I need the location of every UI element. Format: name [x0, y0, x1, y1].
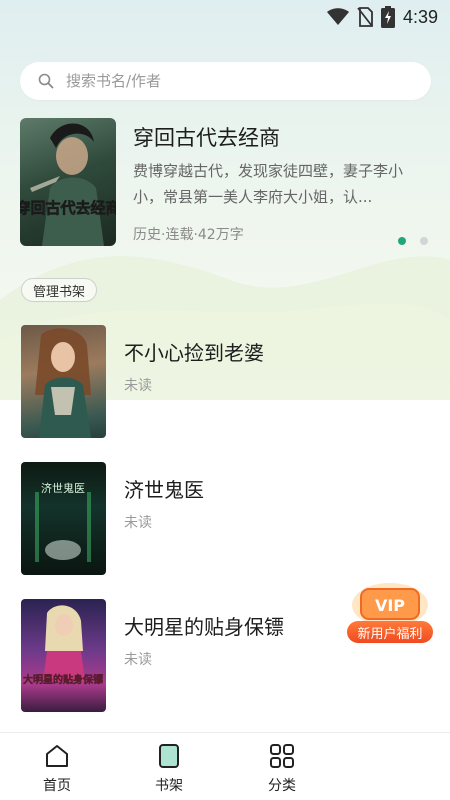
book-cover-art: 济世鬼医	[35, 481, 91, 562]
carousel-dot-active[interactable]	[398, 237, 406, 245]
nav-home-label: 首页	[43, 778, 71, 794]
search-bar[interactable]	[20, 62, 431, 100]
manage-shelf-button[interactable]: 管理书架	[21, 278, 98, 302]
bookshelf-icon	[159, 744, 179, 768]
status-time: 4:39	[402, 6, 438, 27]
featured-book-description: 费博穿越古代，发现家徒四壁，妻子李小小，常县第一美人李府大小姐，认...	[133, 162, 404, 206]
book-read-status: 未读	[124, 515, 152, 531]
nav-category[interactable]: 分类	[242, 733, 322, 800]
nav-bookshelf[interactable]: 书架	[129, 733, 209, 800]
book-read-status: 未读	[124, 378, 152, 394]
carousel-dot[interactable]	[420, 237, 428, 245]
featured-cover-title: 穿回古代去经商	[20, 199, 116, 217]
book-title[interactable]: 济世鬼医	[124, 474, 204, 503]
new-user-benefit-label[interactable]: 新用户福利	[347, 621, 433, 643]
featured-cover-art: 穿回古代去经商	[20, 123, 116, 246]
featured-book-cover[interactable]: 穿回古代去经商	[20, 118, 116, 246]
shelf-book-item[interactable]: 不小心捡到老婆 未读	[21, 325, 421, 440]
featured-book-title[interactable]: 穿回古代去经商	[133, 122, 280, 152]
book-cover-art: 大明星的贴身保镖	[23, 605, 103, 686]
carousel-indicator	[398, 237, 428, 245]
no-sim-icon	[357, 7, 373, 27]
vip-text: VIP	[375, 596, 405, 615]
wifi-icon	[326, 8, 349, 25]
nav-bookshelf-label: 书架	[155, 778, 183, 794]
book-cover[interactable]: 济世鬼医	[21, 462, 106, 575]
shelf-book-item[interactable]: 济世鬼医 济世鬼医 未读	[21, 462, 421, 577]
book-title[interactable]: 不小心捡到老婆	[124, 337, 264, 366]
book-cover-title: 大明星的贴身保镖	[23, 673, 103, 686]
featured-book-meta: 历史·连载·42万字	[133, 227, 244, 243]
nav-home[interactable]: 首页	[17, 733, 97, 800]
nav-category-label: 分类	[268, 778, 296, 794]
book-cover-title: 济世鬼医	[41, 481, 85, 495]
book-read-status: 未读	[124, 652, 152, 668]
category-grid-icon	[270, 744, 294, 768]
book-cover[interactable]: 大明星的贴身保镖	[21, 599, 106, 712]
new-user-vip-badge[interactable]: VIP 新用户福利	[343, 575, 437, 649]
search-input[interactable]	[66, 72, 396, 90]
status-bar: 4:39	[0, 0, 450, 34]
book-title[interactable]: 大明星的贴身保镖	[124, 611, 284, 640]
book-cover[interactable]	[21, 325, 106, 438]
bottom-navigation: 首页 书架 分类	[0, 732, 450, 800]
featured-book-card[interactable]: 穿回古代去经商 穿回古代去经商 费博穿越古代，发现家徒四壁，妻子李小小，常县第一…	[20, 118, 435, 248]
battery-charging-icon	[380, 6, 395, 28]
search-icon	[38, 73, 54, 89]
home-icon	[46, 745, 68, 767]
book-cover-art	[35, 328, 91, 438]
